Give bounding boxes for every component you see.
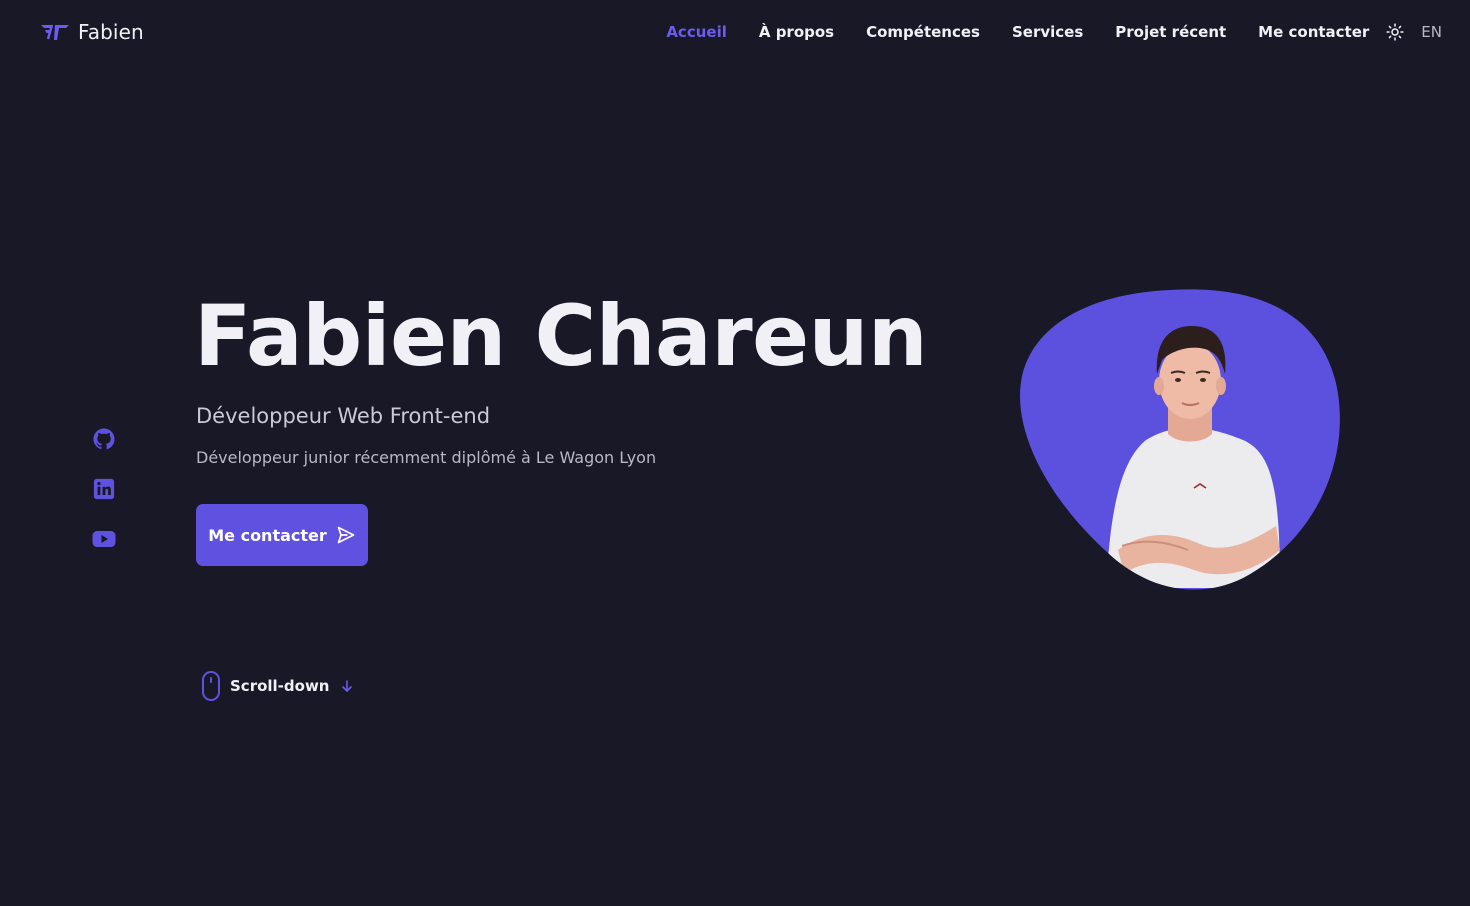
github-icon xyxy=(93,428,115,450)
nav-link-competences[interactable]: Compétences xyxy=(866,23,980,41)
contact-button[interactable]: Me contacter xyxy=(196,504,368,566)
brand-name: Fabien xyxy=(78,20,144,44)
linkedin-icon xyxy=(93,478,115,500)
nav-link-projet-recent[interactable]: Projet récent xyxy=(1115,23,1226,41)
hero-description: Développeur junior récemment diplômé à L… xyxy=(196,448,657,467)
send-icon xyxy=(337,526,355,544)
hero-subtitle: Développeur Web Front-end xyxy=(196,404,491,428)
nav-link-services[interactable]: Services xyxy=(1012,23,1083,41)
brand-logo[interactable]: Fabien xyxy=(40,20,144,44)
contact-button-label: Me contacter xyxy=(208,525,327,545)
youtube-icon xyxy=(92,531,116,547)
arrow-down-icon xyxy=(341,680,352,692)
social-links xyxy=(92,428,116,550)
nav-link-a-propos[interactable]: À propos xyxy=(759,23,834,41)
main-nav: Accueil À propos Compétences Services Pr… xyxy=(634,20,1442,44)
fc-monogram-icon xyxy=(41,24,69,40)
theme-toggle-button[interactable] xyxy=(1385,22,1405,42)
site-header: Fabien Accueil À propos Compétences Serv… xyxy=(0,0,1470,64)
scroll-down-link[interactable]: Scroll-down xyxy=(200,670,354,702)
nav-link-accueil[interactable]: Accueil xyxy=(666,23,727,41)
profile-photo xyxy=(1018,288,1342,590)
scroll-down-label: Scroll-down xyxy=(230,677,330,695)
nav-link-me-contacter[interactable]: Me contacter xyxy=(1258,23,1369,41)
linkedin-link[interactable] xyxy=(92,478,116,500)
sun-icon xyxy=(1386,23,1404,41)
youtube-link[interactable] xyxy=(92,528,116,550)
github-link[interactable] xyxy=(92,428,116,450)
mouse-icon xyxy=(202,671,220,701)
hero-title: Fabien Chareun xyxy=(194,287,928,385)
language-toggle[interactable]: EN xyxy=(1421,23,1442,41)
portrait-blob xyxy=(1020,289,1340,590)
portfolio-page: Fabien Accueil À propos Compétences Serv… xyxy=(0,0,1470,906)
